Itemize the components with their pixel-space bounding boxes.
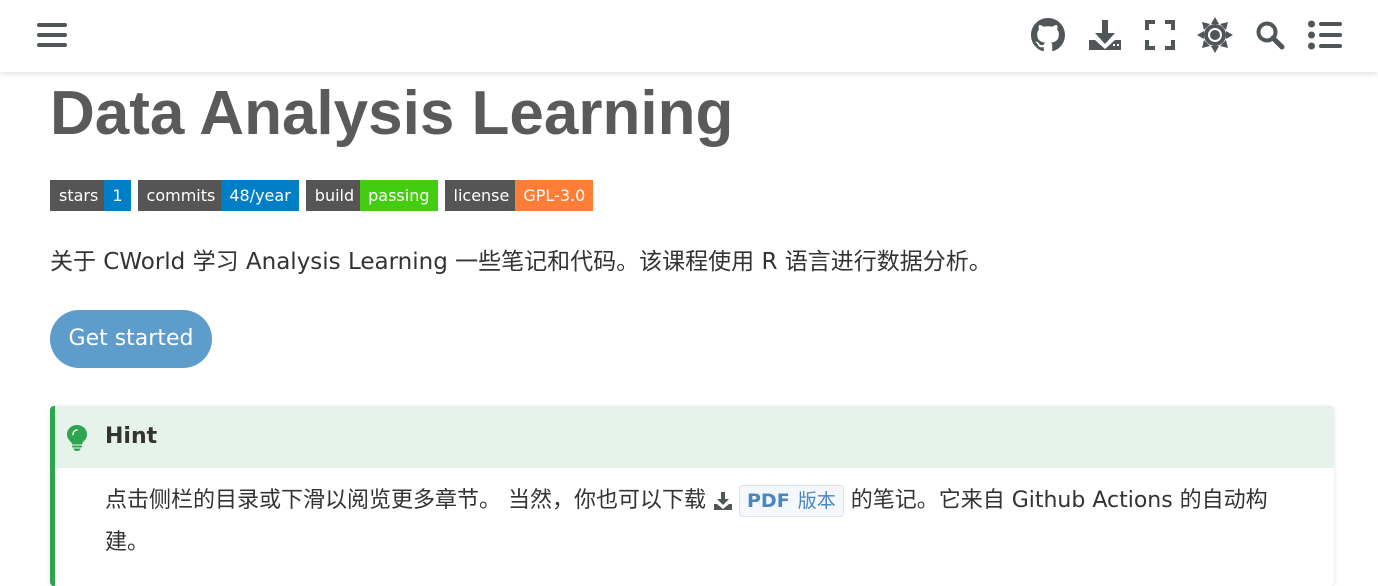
badge-key: commits [137, 180, 222, 211]
fullscreen-icon[interactable] [1140, 15, 1180, 55]
badge-value: GPL-3.0 [515, 180, 594, 211]
badge-key: stars [50, 180, 105, 211]
pdf-version-chip: PDF 版本 [739, 485, 844, 517]
badge-row: stars 1 commits 48/year build passing li… [50, 180, 594, 211]
badge-license[interactable]: license GPL-3.0 [444, 180, 594, 211]
badge-stars[interactable]: stars 1 [50, 180, 131, 211]
menu-icon[interactable] [32, 15, 72, 55]
badge-key: license [444, 180, 516, 211]
search-icon[interactable] [1250, 15, 1290, 55]
toc-icon[interactable] [1305, 15, 1345, 55]
download-small-icon [714, 492, 732, 510]
pdf-suffix: 版本 [797, 490, 836, 512]
hint-text-before: 点击侧栏的目录或下滑以阅览更多章节。 当然，你也可以下载 [105, 488, 713, 513]
badge-commits[interactable]: commits 48/year [137, 180, 299, 211]
download-icon[interactable] [1085, 15, 1125, 55]
get-started-button[interactable]: Get started [50, 310, 212, 368]
top-toolbar [0, 0, 1378, 72]
hint-title: Hint [105, 424, 158, 449]
page-title: Data Analysis Learning [50, 79, 734, 148]
badge-value: passing [360, 180, 438, 211]
badge-value: 1 [104, 180, 131, 211]
hint-callout: Hint 点击侧栏的目录或下滑以阅览更多章节。 当然，你也可以下载 PDF 版本 … [50, 406, 1334, 586]
pdf-label: PDF [747, 490, 790, 512]
hint-header: Hint [55, 406, 1334, 468]
badge-key: build [305, 180, 361, 211]
badge-value: 48/year [221, 180, 299, 211]
page-description: 关于 CWorld 学习 Analysis Learning 一些笔记和代码。该… [50, 249, 992, 275]
theme-icon[interactable] [1195, 15, 1235, 55]
pdf-download-link[interactable]: PDF 版本 [713, 485, 844, 517]
hint-text: 点击侧栏的目录或下滑以阅览更多章节。 当然，你也可以下载 PDF 版本 的笔记。它… [105, 480, 1295, 564]
lightbulb-icon [67, 425, 87, 455]
github-icon[interactable] [1028, 15, 1068, 55]
badge-build[interactable]: build passing [305, 180, 438, 211]
